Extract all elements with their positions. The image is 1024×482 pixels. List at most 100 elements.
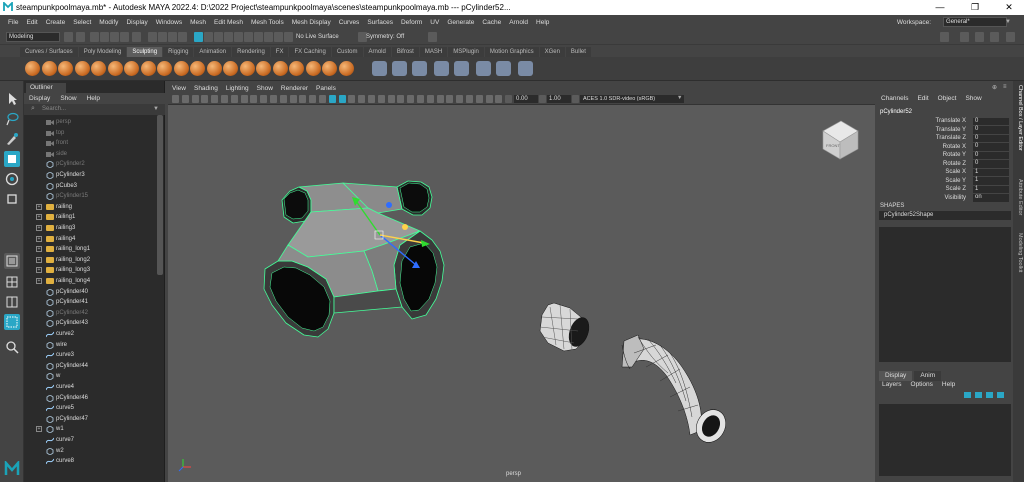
outliner-item[interactable]: + railing_long2 [24, 255, 156, 266]
expand-icon[interactable]: + [36, 225, 42, 231]
outliner-item[interactable]: persp [24, 117, 156, 128]
menu-curves[interactable]: Curves [339, 19, 360, 26]
status-tool-icon[interactable] [120, 32, 129, 42]
viewport-menu-view[interactable]: View [172, 85, 186, 92]
viewport-menu-panels[interactable]: Panels [316, 85, 336, 92]
scale-tool-icon[interactable] [4, 191, 20, 207]
viewport-tool-icon[interactable] [397, 95, 405, 103]
outliner-item[interactable]: pCylinder44 [24, 361, 156, 372]
viewport-tool-icon[interactable] [240, 95, 248, 103]
sculpt-brush-icon[interactable] [206, 61, 222, 76]
layer-menu-layers[interactable]: Layers [882, 381, 902, 388]
outliner-item[interactable]: pCylinder43 [24, 318, 156, 329]
outliner-item[interactable]: + railing [24, 202, 156, 213]
viewport-tool-icon[interactable] [436, 95, 444, 103]
viewport-tool-icon[interactable] [338, 95, 346, 103]
status-tool-icon[interactable] [214, 32, 223, 42]
status-tool-icon[interactable] [940, 32, 949, 42]
viewport-tool-icon[interactable] [181, 95, 189, 103]
viewport-tool-icon[interactable] [211, 95, 219, 103]
expand-icon[interactable]: + [36, 246, 42, 253]
chevron-down-icon[interactable]: ▼ [153, 106, 159, 112]
viewport-tool-icon[interactable] [446, 95, 454, 103]
layer-menu-options[interactable]: Options [911, 381, 933, 388]
sculpt-brush-icon[interactable] [256, 61, 271, 76]
sculpt-brush-icon[interactable] [338, 61, 354, 76]
exposure-field[interactable]: 0.00 [514, 95, 538, 103]
shelf-tab-custom[interactable]: Custom [331, 47, 363, 57]
color-management-icon[interactable] [572, 95, 579, 103]
expand-icon[interactable]: + [36, 235, 42, 242]
lasso-tool-icon[interactable] [4, 111, 20, 127]
live-surface-field[interactable]: No Live Surface [296, 32, 356, 42]
channel-menu-edit[interactable]: Edit [917, 95, 928, 102]
outliner-item[interactable]: curve8 [24, 456, 156, 467]
channel-menu-object[interactable]: Object [938, 95, 957, 102]
menu-edit[interactable]: Edit [26, 19, 37, 26]
attribute-value-field[interactable]: 0 [973, 160, 1009, 168]
viewport-tool-icon[interactable] [201, 95, 209, 103]
menu-deform[interactable]: Deform [401, 19, 422, 26]
sculpt-brush-icon[interactable] [124, 61, 139, 76]
sculpt-brush-icon[interactable] [173, 61, 189, 76]
shelf-tab-bifrost[interactable]: Bifrost [391, 47, 419, 57]
status-tool-icon[interactable] [1006, 32, 1015, 42]
menu-modify[interactable]: Modify [99, 19, 118, 26]
status-tool-icon[interactable] [284, 32, 293, 42]
outliner-item[interactable]: top [24, 128, 156, 139]
gamma-field[interactable]: 1.00 [547, 95, 571, 103]
menu-cache[interactable]: Cache [482, 19, 501, 26]
viewport-tool-icon[interactable] [250, 95, 258, 103]
shelf-tool-icon[interactable] [476, 61, 491, 76]
outliner-item[interactable]: w [24, 371, 156, 382]
move-tool-icon[interactable] [4, 151, 20, 167]
attribute-value-field[interactable]: 0 [973, 126, 1009, 134]
outliner-item[interactable]: wire [24, 340, 156, 351]
sculpt-brush-icon[interactable] [41, 61, 57, 76]
small-cylinder-mesh[interactable] [539, 302, 593, 352]
status-tool-icon[interactable] [244, 32, 253, 42]
menu-help[interactable]: Help [536, 19, 549, 26]
layer-tab-display[interactable]: Display [879, 371, 913, 381]
channel-box-tab[interactable]: Channel Box / Layer Editor [1014, 85, 1023, 151]
shelf-tool-icon[interactable] [496, 61, 511, 76]
outliner-item[interactable]: curve7 [24, 435, 156, 446]
viewport-tool-icon[interactable] [456, 95, 464, 103]
shelf-tool-icon[interactable] [518, 61, 533, 76]
viewport-tool-icon[interactable] [426, 95, 434, 103]
outliner-item[interactable]: + railing4 [24, 234, 156, 245]
viewport-tool-icon[interactable] [377, 95, 385, 103]
menu-mesh-display[interactable]: Mesh Display [292, 19, 331, 26]
layer-tab-anim[interactable]: Anim [914, 371, 942, 381]
outliner-item[interactable]: pCylinder42 [24, 308, 156, 319]
viewport-tool-icon[interactable] [485, 95, 493, 103]
menu-select[interactable]: Select [73, 19, 91, 26]
viewport-menu-renderer[interactable]: Renderer [281, 85, 308, 92]
new-selected-layer-icon[interactable] [975, 392, 982, 398]
shelf-tab-arnold[interactable]: Arnold [363, 47, 391, 57]
pin-icon[interactable]: ⊕ [992, 84, 997, 91]
outliner-tab[interactable]: Outliner [26, 83, 66, 93]
outliner-menu-show[interactable]: Show [60, 95, 76, 102]
status-tool-icon[interactable] [274, 32, 283, 42]
viewport-tool-icon[interactable] [328, 95, 336, 103]
attribute-value-field[interactable]: 0 [973, 134, 1009, 142]
viewport-tool-icon[interactable] [417, 95, 424, 103]
viewport-tool-icon[interactable] [230, 95, 238, 103]
outliner-item[interactable]: pCylinder3 [24, 170, 156, 181]
attribute-value-field[interactable]: 0 [973, 151, 1009, 159]
viewport-tool-icon[interactable] [172, 95, 179, 103]
viewport-tool-icon[interactable] [368, 95, 375, 103]
shelf-tab-msplugin[interactable]: MSPlugin [448, 47, 484, 57]
menu-surfaces[interactable]: Surfaces [367, 19, 393, 26]
menu-uv[interactable]: UV [430, 19, 439, 26]
viewport-menu-lighting[interactable]: Lighting [226, 85, 249, 92]
outliner-item[interactable]: + railing_long4 [24, 276, 156, 287]
channel-menu-show[interactable]: Show [965, 95, 981, 102]
viewport-tool-icon[interactable] [466, 95, 473, 103]
status-tool-icon[interactable] [254, 32, 263, 42]
outliner-item[interactable]: pCylinder46 [24, 393, 156, 404]
sculpt-brush-icon[interactable] [91, 61, 106, 76]
sculpt-brush-icon[interactable] [305, 61, 321, 76]
shelf-tab-bullet[interactable]: Bullet [565, 47, 591, 57]
